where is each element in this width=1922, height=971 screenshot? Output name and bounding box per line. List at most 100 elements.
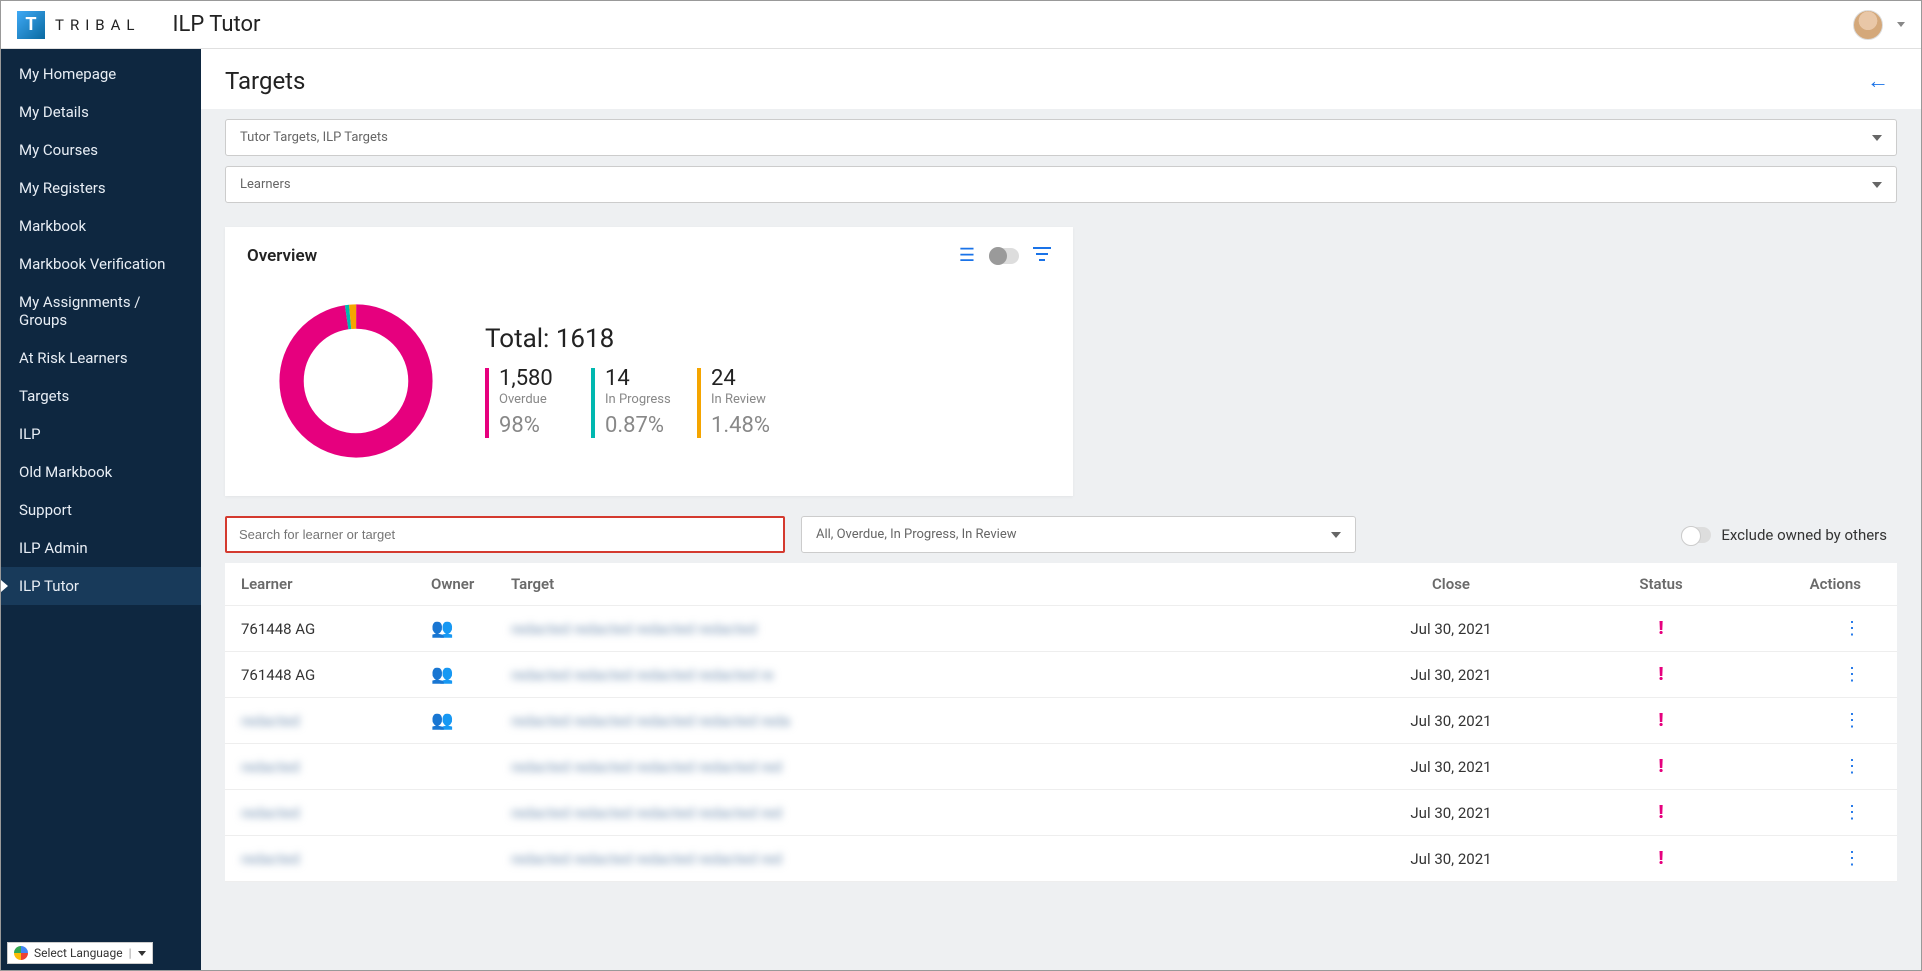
sidebar-item-old-markbook[interactable]: Old Markbook [1, 453, 201, 491]
cell-target[interactable]: redacted redacted redacted redacted red [511, 758, 1341, 776]
chevron-down-icon [1872, 182, 1882, 188]
main: Targets ← Tutor Targets, ILP Targets Lea… [201, 49, 1921, 970]
overdue-status-icon: ! [1659, 802, 1664, 823]
table-row[interactable]: 761448 AG👥redacted redacted redacted red… [225, 652, 1897, 698]
cell-status: ! [1561, 710, 1761, 731]
stat-in-review: 24In Review1.48% [697, 368, 777, 438]
th-status[interactable]: Status [1561, 575, 1761, 593]
overview-title: Overview [247, 246, 317, 266]
cell-owner: 👥 [431, 618, 511, 639]
sidebar-item-my-courses[interactable]: My Courses [1, 131, 201, 169]
app-title: ILP Tutor [172, 12, 260, 37]
sidebar-item-my-homepage[interactable]: My Homepage [1, 55, 201, 93]
cell-learner: 761448 AG [241, 620, 431, 638]
stat-pct: 0.87% [605, 413, 671, 438]
row-actions-menu-icon[interactable]: ⋮ [1843, 664, 1861, 685]
cell-close: Jul 30, 2021 [1341, 758, 1561, 776]
stat-label: In Progress [605, 392, 671, 407]
table-row[interactable]: redactedredacted redacted redacted redac… [225, 790, 1897, 836]
language-selector[interactable]: Select Language| [7, 942, 153, 964]
sidebar-item-markbook-verification[interactable]: Markbook Verification [1, 245, 201, 283]
owner-people-icon: 👥 [431, 664, 453, 685]
donut-chart [271, 296, 441, 466]
sidebar-item-my-assignments-groups[interactable]: My Assignments / Groups [1, 283, 201, 339]
cell-learner: redacted [241, 850, 431, 868]
exclude-toggle[interactable] [1681, 527, 1711, 543]
stat-pct: 98% [499, 413, 565, 438]
learners-select[interactable]: Learners [225, 166, 1897, 203]
sidebar: My HomepageMy DetailsMy CoursesMy Regist… [1, 49, 201, 970]
status-filter-value: All, Overdue, In Progress, In Review [816, 527, 1017, 542]
logo-text: TRIBAL [55, 16, 140, 34]
cell-status: ! [1561, 756, 1761, 777]
filter-icon[interactable] [1033, 246, 1051, 265]
search-input[interactable] [225, 516, 785, 553]
cell-actions: ⋮ [1761, 710, 1881, 731]
cell-target[interactable]: redacted redacted redacted redacted reda [511, 712, 1341, 730]
chevron-down-icon [1331, 532, 1341, 538]
cell-close: Jul 30, 2021 [1341, 620, 1561, 638]
cell-close: Jul 30, 2021 [1341, 804, 1561, 822]
stat-pct: 1.48% [711, 413, 777, 438]
row-actions-menu-icon[interactable]: ⋮ [1843, 756, 1861, 777]
back-arrow-icon[interactable]: ← [1867, 68, 1897, 94]
th-learner[interactable]: Learner [241, 575, 431, 593]
th-target[interactable]: Target [511, 575, 1341, 593]
cell-target[interactable]: redacted redacted redacted redacted red [511, 850, 1341, 868]
list-view-icon[interactable]: ☰ [959, 245, 975, 266]
overdue-status-icon: ! [1659, 848, 1664, 869]
sidebar-item-support[interactable]: Support [1, 491, 201, 529]
table-header: Learner Owner Target Close Status Action… [225, 563, 1897, 606]
cell-owner: 👥 [431, 710, 511, 731]
cell-actions: ⋮ [1761, 756, 1881, 777]
logo[interactable]: T TRIBAL [17, 11, 140, 39]
cell-status: ! [1561, 664, 1761, 685]
th-actions: Actions [1761, 575, 1881, 593]
sidebar-item-markbook[interactable]: Markbook [1, 207, 201, 245]
user-menu-caret-icon[interactable] [1897, 22, 1905, 27]
sidebar-item-my-details[interactable]: My Details [1, 93, 201, 131]
cell-actions: ⋮ [1761, 618, 1881, 639]
sidebar-item-my-registers[interactable]: My Registers [1, 169, 201, 207]
cell-learner: redacted [241, 712, 431, 730]
cell-actions: ⋮ [1761, 848, 1881, 869]
language-label: Select Language [34, 946, 123, 960]
row-actions-menu-icon[interactable]: ⋮ [1843, 848, 1861, 869]
learners-value: Learners [240, 177, 291, 192]
page-title: Targets [225, 67, 305, 95]
cell-target[interactable]: redacted redacted redacted redacted red [511, 804, 1341, 822]
row-actions-menu-icon[interactable]: ⋮ [1843, 802, 1861, 823]
total-value: 1618 [556, 324, 614, 354]
cell-learner: redacted [241, 758, 431, 776]
chart-toggle[interactable] [989, 248, 1019, 264]
stat-label: Overdue [499, 392, 565, 407]
cell-close: Jul 30, 2021 [1341, 712, 1561, 730]
th-close[interactable]: Close [1341, 575, 1561, 593]
cell-close: Jul 30, 2021 [1341, 850, 1561, 868]
sidebar-item-ilp[interactable]: ILP [1, 415, 201, 453]
table-row[interactable]: redacted redacted redacted redacted redac… [225, 836, 1897, 882]
row-actions-menu-icon[interactable]: ⋮ [1843, 710, 1861, 731]
table-row[interactable]: 761448 AG👥redacted redacted redacted red… [225, 606, 1897, 652]
cell-status: ! [1561, 618, 1761, 639]
sidebar-item-at-risk-learners[interactable]: At Risk Learners [1, 339, 201, 377]
th-owner[interactable]: Owner [431, 575, 511, 593]
sidebar-item-ilp-admin[interactable]: ILP Admin [1, 529, 201, 567]
status-filter-select[interactable]: All, Overdue, In Progress, In Review [801, 516, 1356, 553]
table-row[interactable]: redacted👥 redacted redacted redacted reda… [225, 698, 1897, 744]
stat-num: 14 [605, 368, 671, 390]
target-types-select[interactable]: Tutor Targets, ILP Targets [225, 119, 1897, 156]
overdue-status-icon: ! [1659, 664, 1664, 685]
cell-target[interactable]: redacted redacted redacted redacted [511, 620, 1341, 638]
cell-actions: ⋮ [1761, 802, 1881, 823]
overdue-status-icon: ! [1659, 756, 1664, 777]
cell-target[interactable]: redacted redacted redacted redacted re [511, 666, 1341, 684]
owner-people-icon: 👥 [431, 710, 453, 731]
avatar[interactable] [1853, 10, 1883, 40]
sidebar-item-targets[interactable]: Targets [1, 377, 201, 415]
stat-overdue: 1,580Overdue98% [485, 368, 565, 438]
table-row[interactable]: redacted redacted redacted redacted redac… [225, 744, 1897, 790]
sidebar-item-ilp-tutor[interactable]: ILP Tutor [1, 567, 201, 605]
stat-label: In Review [711, 392, 777, 407]
row-actions-menu-icon[interactable]: ⋮ [1843, 618, 1861, 639]
